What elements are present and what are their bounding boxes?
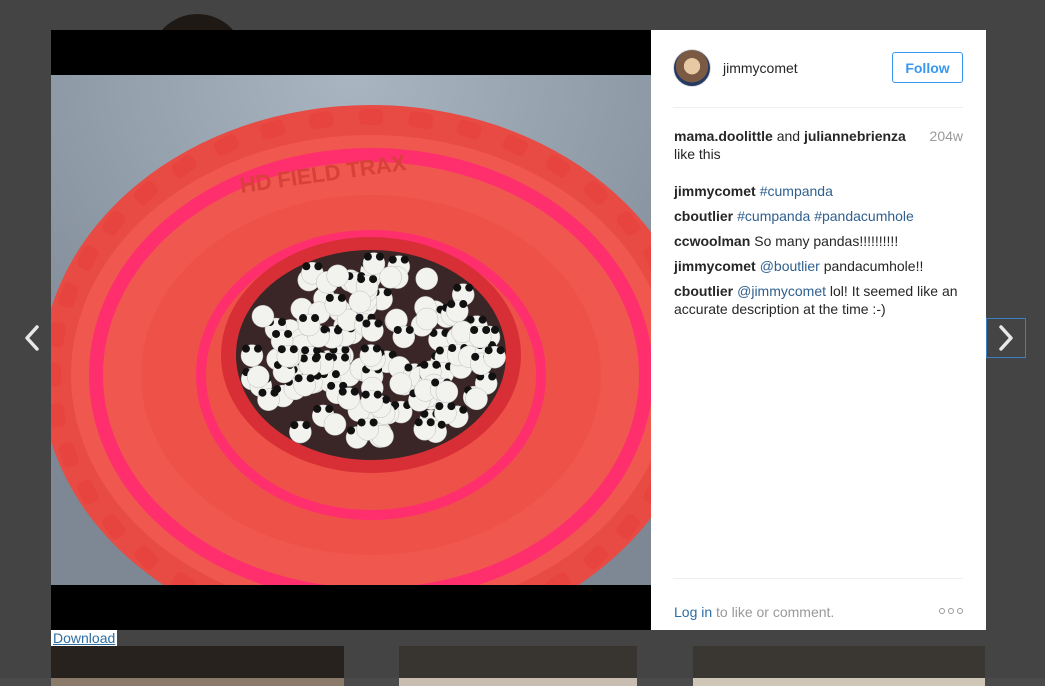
post-photo[interactable]: HD FIELD TRAX bbox=[51, 75, 651, 585]
follow-button[interactable]: Follow bbox=[892, 52, 963, 83]
more-options-icon bbox=[939, 608, 945, 614]
comment-item: ccwoolman So many pandas!!!!!!!!!! bbox=[674, 232, 963, 250]
comment-username[interactable]: cboutlier bbox=[674, 283, 733, 299]
comment-tag-link[interactable]: #pandacumhole bbox=[814, 208, 914, 224]
comment-tag-link[interactable]: #cumpanda bbox=[737, 208, 810, 224]
login-suffix: to like or comment. bbox=[712, 604, 835, 620]
comment-username[interactable]: cboutlier bbox=[674, 208, 733, 224]
post-header: jimmycomet Follow bbox=[673, 30, 963, 108]
post-photo-frame: HD FIELD TRAX bbox=[51, 30, 651, 630]
comment-username[interactable]: ccwoolman bbox=[674, 233, 750, 249]
comment-text: pandacumhole!! bbox=[819, 258, 924, 274]
comment-username[interactable]: jimmycomet bbox=[674, 183, 756, 199]
login-link[interactable]: Log in bbox=[674, 604, 712, 620]
comment-item: jimmycomet #cumpanda bbox=[674, 182, 963, 200]
comment-item: cboutlier @jimmycomet lol! It seemed like… bbox=[674, 282, 963, 318]
comment-item: jimmycomet @boutlier pandacumhole!! bbox=[674, 257, 963, 275]
login-prompt: Log in to like or comment. bbox=[674, 604, 834, 620]
more-options-icon bbox=[948, 608, 954, 614]
post-age[interactable]: 204w bbox=[930, 127, 963, 145]
liker-username[interactable]: juliannebrienza bbox=[804, 128, 906, 144]
liker-username[interactable]: mama.doolittle bbox=[674, 128, 773, 144]
comment-username[interactable]: jimmycomet bbox=[674, 258, 756, 274]
post-modal: HD FIELD TRAX jimmycomet Follow mama.doo… bbox=[51, 30, 986, 630]
download-link[interactable]: Download bbox=[51, 630, 118, 646]
next-post-button[interactable] bbox=[986, 318, 1026, 358]
user-avatar[interactable] bbox=[673, 49, 711, 87]
likes-suffix: like this bbox=[674, 146, 721, 162]
more-options-button[interactable] bbox=[939, 608, 963, 614]
post-username[interactable]: jimmycomet bbox=[723, 60, 798, 76]
likes-conjunction: and bbox=[776, 128, 801, 144]
comment-text: So many pandas!!!!!!!!!! bbox=[754, 233, 899, 249]
comment-tag-link[interactable]: @boutlier bbox=[760, 258, 820, 274]
likes-summary: mama.doolittle and juliannebrienza like … bbox=[674, 127, 963, 163]
chevron-left-icon bbox=[25, 325, 39, 351]
chevron-right-icon bbox=[999, 325, 1013, 351]
more-options-icon bbox=[957, 608, 963, 614]
comment-tag-link[interactable]: #cumpanda bbox=[760, 183, 833, 199]
post-details-panel: jimmycomet Follow mama.doolittle and jul… bbox=[651, 30, 986, 630]
comment-item: cboutlier #cumpanda #pandacumhole bbox=[674, 207, 963, 225]
comment-list: jimmycomet #cumpanda cboutlier #cumpanda #p… bbox=[674, 182, 963, 325]
divider bbox=[673, 578, 963, 579]
comment-tag-link[interactable]: @jimmycomet bbox=[737, 283, 826, 299]
previous-post-button[interactable] bbox=[12, 318, 52, 358]
